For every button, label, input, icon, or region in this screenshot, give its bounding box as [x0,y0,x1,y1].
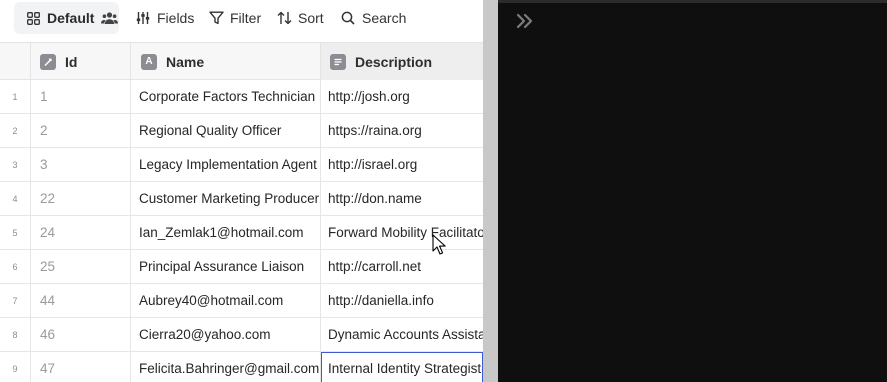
name-cell[interactable]: Ian_Zemlak1@hotmail.com [131,216,321,249]
description-cell[interactable]: http://don.name [321,182,483,215]
table-row[interactable]: 6 25 Principal Assurance Liaison http://… [0,250,483,284]
table-row[interactable]: 4 22 Customer Marketing Producer http://… [0,182,483,216]
id-cell[interactable]: 46 [31,318,131,351]
grid-header: Id A Name Description [0,43,483,80]
table-row[interactable]: 3 3 Legacy Implementation Agent http://i… [0,148,483,182]
description-cell[interactable]: http://daniella.info [321,284,483,317]
side-panel [498,0,887,382]
table-panel: Default Fields Filter Sort Search Id A N… [0,0,483,382]
column-header-name[interactable]: A Name [131,43,321,80]
description-cell[interactable]: http://josh.org [321,80,483,113]
table-row[interactable]: 9 47 Felicita.Bahringer@gmail.com Intern… [0,352,483,382]
description-cell-selected[interactable]: Internal Identity Strategist [321,352,483,382]
id-cell[interactable]: 1 [31,80,131,113]
fields-label: Fields [157,10,195,26]
description-cell[interactable]: Dynamic Accounts Assistant [321,318,483,351]
id-cell[interactable]: 47 [31,352,131,382]
row-number: 7 [0,284,31,317]
text-field-icon: A [141,53,157,70]
column-header-id[interactable]: Id [31,43,131,80]
row-number: 4 [0,182,31,215]
search-icon [340,10,356,26]
long-text-field-icon [330,53,346,70]
name-cell[interactable]: Principal Assurance Liaison [131,250,321,283]
id-cell[interactable]: 22 [31,182,131,215]
table-row[interactable]: 2 2 Regional Quality Officer https://rai… [0,114,483,148]
name-cell[interactable]: Legacy Implementation Agent [131,148,321,181]
sort-button[interactable]: Sort [276,2,324,34]
row-number: 2 [0,114,31,147]
column-label: Name [166,53,205,70]
double-chevron-right-icon [515,12,535,35]
fields-button[interactable]: Fields [135,2,194,34]
description-cell[interactable]: Forward Mobility Facilitator [321,216,483,249]
row-number: 6 [0,250,31,283]
id-cell[interactable]: 44 [31,284,131,317]
view-toolbar: Default Fields Filter Sort Search [0,0,483,42]
filter-icon [208,10,224,26]
id-cell[interactable]: 25 [31,250,131,283]
search-button[interactable]: Search [340,2,406,34]
row-number: 8 [0,318,31,351]
row-number: 9 [0,352,31,382]
row-number: 5 [0,216,31,249]
name-cell[interactable]: Felicita.Bahringer@gmail.com [131,352,321,382]
search-label: Search [362,10,407,26]
column-header-description[interactable]: Description [321,43,483,80]
description-cell[interactable]: https://raina.org [321,114,483,147]
id-cell[interactable]: 24 [31,216,131,249]
table-row[interactable]: 8 46 Cierra20@yahoo.com Dynamic Accounts… [0,318,483,352]
column-label: Description [355,53,433,70]
description-cell[interactable]: http://israel.org [321,148,483,181]
view-name: Default [47,10,95,26]
expand-panel-button[interactable] [513,11,537,35]
table-row[interactable]: 7 44 Aubrey40@hotmail.com http://daniell… [0,284,483,318]
row-number: 1 [0,80,31,113]
id-cell[interactable]: 2 [31,114,131,147]
description-cell[interactable]: http://carroll.net [321,250,483,283]
sort-icon [276,10,292,26]
column-label: Id [65,53,78,70]
filter-button[interactable]: Filter [208,2,261,34]
grid-view-icon [25,10,41,26]
sliders-icon [135,10,151,26]
table-row[interactable]: 1 1 Corporate Factors Technician http://… [0,80,483,114]
name-cell[interactable]: Cierra20@yahoo.com [131,318,321,351]
panel-resize-handle[interactable] [483,0,498,382]
number-field-icon [40,53,56,70]
name-cell[interactable]: Aubrey40@hotmail.com [131,284,321,317]
name-cell[interactable]: Customer Marketing Producer [131,182,321,215]
table-row[interactable]: 5 24 Ian_Zemlak1@hotmail.com Forward Mob… [0,216,483,250]
name-cell[interactable]: Regional Quality Officer [131,114,321,147]
filter-label: Filter [230,10,262,26]
sort-label: Sort [298,10,324,26]
view-selector-button[interactable]: Default [14,2,119,34]
data-grid: Id A Name Description 1 1 Corporate Fact… [0,42,483,382]
row-number-header [0,43,31,80]
id-cell[interactable]: 3 [31,148,131,181]
row-number: 3 [0,148,31,181]
name-cell[interactable]: Corporate Factors Technician [131,80,321,113]
collaborators-icon [101,11,119,25]
